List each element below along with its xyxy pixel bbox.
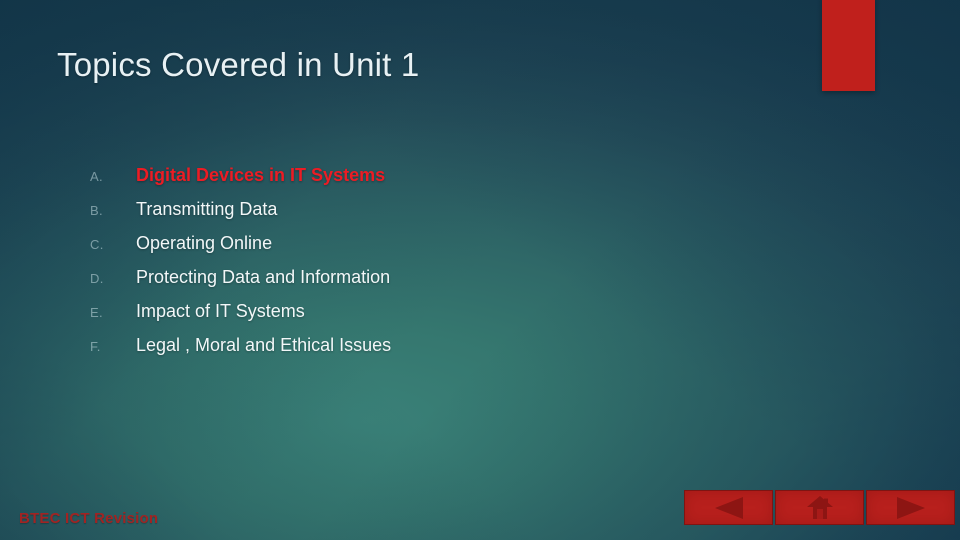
- list-item-marker: A.: [90, 169, 103, 184]
- list-item: D. Protecting Data and Information: [90, 268, 710, 302]
- previous-slide-button[interactable]: [684, 490, 773, 525]
- list-item: A. Digital Devices in IT Systems: [90, 166, 710, 200]
- list-item-label: Transmitting Data: [136, 199, 278, 219]
- list-item: F. Legal , Moral and Ethical Issues: [90, 336, 710, 370]
- list-item: C. Operating Online: [90, 234, 710, 268]
- next-slide-button[interactable]: [866, 490, 955, 525]
- page-title: Topics Covered in Unit 1: [57, 46, 420, 83]
- list-item-label: Protecting Data and Information: [136, 267, 391, 287]
- list-item-marker: B.: [90, 203, 103, 218]
- list-item: E. Impact of IT Systems: [90, 302, 710, 336]
- list-item-label: Impact of IT Systems: [136, 301, 305, 321]
- topic-list: A. Digital Devices in IT Systems B. Transmi…: [90, 166, 710, 370]
- list-item-label: Operating Online: [136, 233, 273, 253]
- previous-arrow-icon: [712, 496, 746, 520]
- list-item-label: Digital Devices in IT Systems: [136, 165, 386, 185]
- list-item-marker: F.: [90, 339, 101, 354]
- navigation-button-group: [684, 490, 956, 525]
- slide-canvas: Topics Covered in Unit 1 A. Digital Devic…: [0, 0, 960, 540]
- list-item-label: Legal , Moral and Ethical Issues: [136, 335, 392, 355]
- home-icon: [806, 495, 834, 521]
- home-button[interactable]: [775, 490, 864, 525]
- list-item-marker: C.: [90, 237, 104, 252]
- accent-bar-top-right: [822, 0, 875, 91]
- list-item-marker: D.: [90, 271, 104, 286]
- next-arrow-icon: [894, 496, 928, 520]
- list-item: B. Transmitting Data: [90, 200, 710, 234]
- footer-label: BTEC ICT Revision: [19, 510, 159, 527]
- list-item-marker: E.: [90, 305, 103, 320]
